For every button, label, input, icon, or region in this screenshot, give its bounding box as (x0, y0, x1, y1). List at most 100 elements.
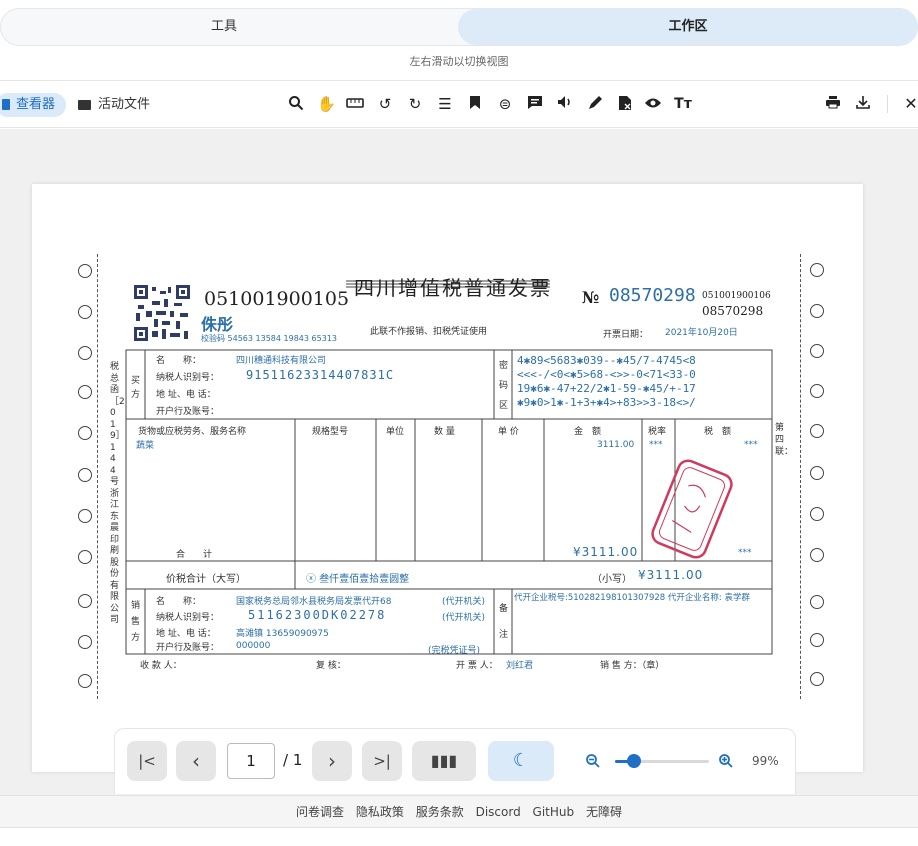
bookmark-icon[interactable] (466, 95, 484, 113)
tab-tools[interactable]: 工具 (1, 9, 447, 45)
col-quantity: 数 量 (434, 427, 455, 437)
speaker-icon[interactable] (556, 95, 574, 113)
prev-page-button[interactable]: ‹ (176, 741, 216, 781)
punch-hole (810, 507, 824, 521)
footer-link-discord[interactable]: Discord (476, 805, 521, 819)
punch-hole (78, 346, 92, 360)
punch-hole (810, 263, 824, 277)
seller-tax-label: 纳税人识别号： (156, 613, 220, 623)
page-total: / 1 (283, 751, 303, 769)
last-page-button[interactable]: >| (362, 741, 402, 781)
tax-total-words: ⓧ 叁仟壹佰壹拾壹圆整 (306, 574, 410, 585)
document-stage[interactable]: 051001900105 四川增值税普通发票 № 08570298 051001… (0, 129, 918, 795)
comment-icon[interactable] (526, 95, 544, 113)
viewer-label: 查看器 (16, 97, 56, 112)
punch-hole (78, 635, 92, 649)
punch-hole (810, 466, 824, 480)
list-icon[interactable]: ☰ (436, 95, 454, 113)
cipher-line: 4✱89<5683✱039--✱45/7-4745<8 (517, 354, 696, 367)
zoom-slider-thumb[interactable] (626, 754, 641, 768)
buyer-name-label: 名 称： (156, 356, 202, 366)
zoom-slider[interactable] (615, 754, 709, 768)
punch-hole (810, 424, 824, 438)
invoice-side-code: 051001900106 (702, 291, 771, 301)
seller-tax-id: 51162300DK02278 (248, 608, 387, 622)
col-unit: 单位 (386, 427, 405, 437)
col-rate: 税率 (648, 427, 667, 437)
footer-link-terms[interactable]: 服务条款 (416, 805, 464, 819)
print-icon[interactable] (824, 95, 842, 113)
active-files-label: 活动文件 (98, 97, 151, 112)
punch-hole (78, 550, 92, 564)
eye-icon[interactable] (644, 95, 662, 113)
seller-side-label: 销售方 (131, 601, 141, 643)
perforation-line (97, 254, 98, 699)
pen-icon[interactable] (586, 95, 604, 113)
seller-name: 国家税务总局邻水县税务局发票代开68 (236, 597, 392, 607)
seller-agent-1: (代开机关) (442, 597, 486, 607)
text-format-icon[interactable]: Tт (674, 95, 692, 113)
footer-link-survey[interactable]: 问卷调查 (296, 805, 344, 819)
ruler-icon[interactable] (346, 95, 364, 113)
col-price: 单 价 (498, 427, 519, 437)
columns-view-button[interactable]: ▮▮▮ (412, 741, 476, 781)
col-amount: 金 额 (574, 427, 602, 437)
punch-hole (78, 385, 92, 399)
footer-link-accessibility[interactable]: 无障碍 (586, 805, 622, 819)
cipher-line: ✱9✱0>1✱-1+3+✱4>+83>>3-18<>/ (517, 396, 696, 409)
invoice-note: 此联不作报销、扣税凭证使用 (370, 327, 488, 337)
item-amount: 3111.00 (597, 440, 635, 450)
cipher-line: 19✱6✱-47+22/2✱1-59-✱45/+-17 (517, 382, 696, 395)
buyer-tax-label: 纳税人识别号： (156, 373, 220, 383)
rotate-left-icon[interactable]: ↺ (376, 95, 394, 113)
item-name: 蔬菜 (136, 441, 155, 451)
page-number-input[interactable]: 1 (227, 743, 275, 779)
tab-workspace[interactable]: 工作区 (458, 9, 918, 45)
search-icon[interactable] (287, 95, 305, 113)
close-icon[interactable]: ✕ (902, 95, 918, 113)
footer-link-privacy[interactable]: 隐私政策 (356, 805, 404, 819)
remove-page-icon[interactable] (616, 95, 634, 113)
active-files-button[interactable]: 活动文件 (78, 93, 150, 117)
swipe-hint: 左右滑动以切换视图 (409, 55, 509, 68)
punch-hole (810, 633, 824, 647)
toolbar-divider (887, 95, 888, 113)
item-tax: *** (744, 440, 758, 450)
zoom-in-icon[interactable] (718, 753, 734, 773)
page-controls: |< ‹ 1 / 1 › >| ▮▮▮ ☾ 99% (114, 728, 796, 794)
folder-icon (78, 100, 91, 110)
drawer-label: 开 票 人： (456, 661, 498, 671)
remark-text: 代开企业税号:510282198101307928 代开企业名称: 袁学群 (514, 593, 750, 603)
col-spec: 规格型号 (312, 427, 349, 437)
zoom-out-icon[interactable] (585, 753, 601, 773)
rotate-right-icon[interactable]: ↻ (406, 95, 424, 113)
punch-hole (810, 384, 824, 398)
file-icon (2, 99, 10, 110)
footer-link-github[interactable]: GitHub (533, 805, 575, 819)
seller-bank: 000000 (236, 641, 271, 651)
punch-hole (810, 548, 824, 562)
invoice-code: 051001900105 (204, 288, 350, 310)
stamp-seal (651, 459, 733, 559)
buyer-name: 四川穗通科技有限公司 (236, 356, 327, 366)
tax-total-label: 价税合计（大写） (166, 574, 246, 585)
punch-hole (78, 674, 92, 688)
punch-hole (78, 509, 92, 523)
download-icon[interactable] (854, 95, 872, 113)
seller-bank-label: 开户行及账号： (156, 643, 220, 653)
viewer-button[interactable]: 查看器 (0, 93, 66, 117)
col-goods: 货物或应税劳务、服务名称 (138, 427, 247, 437)
cipher-side-label: 密码区 (499, 361, 509, 411)
buyer-side-label: 买方 (131, 376, 141, 400)
seller-cert: (完税凭证号) (428, 646, 481, 656)
attachment-icon[interactable]: ⊜ (496, 95, 514, 113)
next-page-button[interactable]: › (312, 741, 352, 781)
pan-hand-icon[interactable]: ✋ (317, 95, 336, 113)
dark-mode-button[interactable]: ☾ (488, 741, 554, 781)
invoice-stamp-text: 侏彤 (201, 315, 234, 334)
seller-name-label: 名 称： (156, 597, 202, 607)
invoice-page: 051001900105 四川增值税普通发票 № 08570298 051001… (32, 184, 863, 772)
total-amount: ¥3111.00 (573, 545, 639, 559)
first-page-button[interactable]: |< (127, 741, 167, 781)
punch-hole (78, 468, 92, 482)
